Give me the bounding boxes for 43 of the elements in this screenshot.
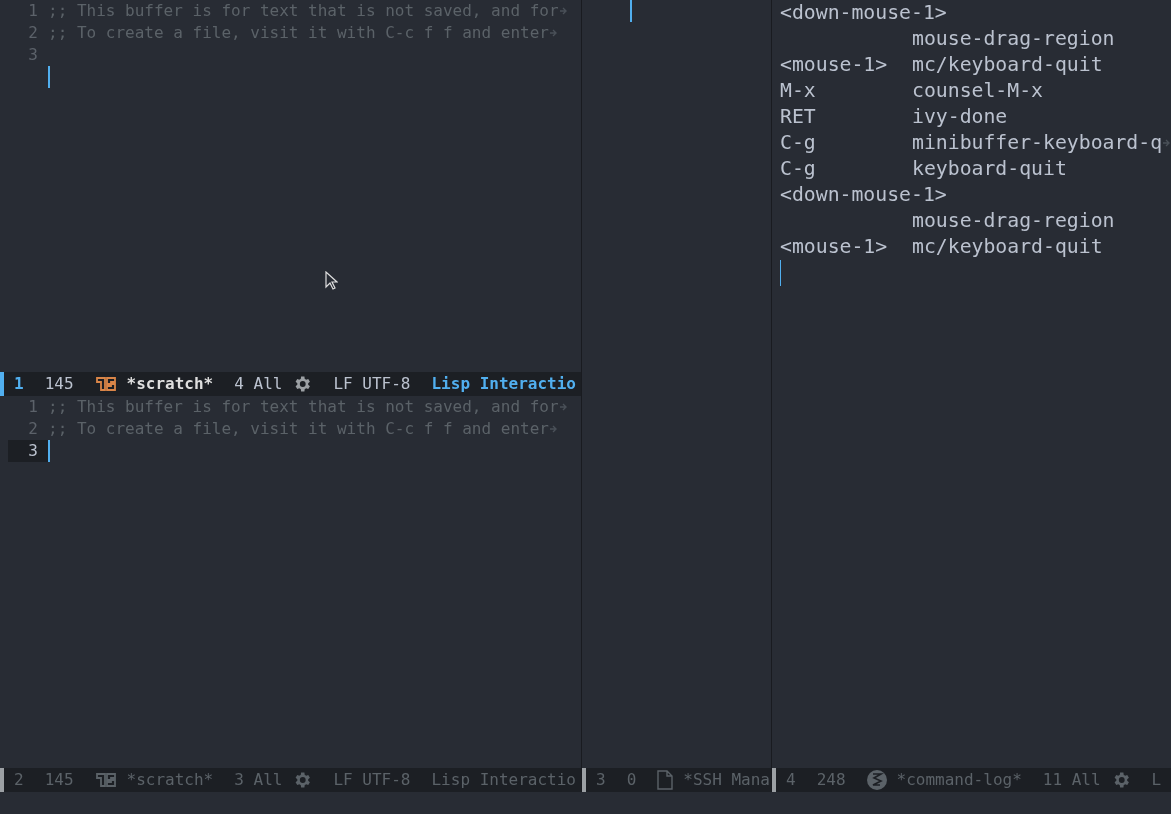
modeline-text: L: [1151, 769, 1162, 791]
text-cursor: [780, 260, 781, 286]
key-binding: <down-mouse-1>: [780, 183, 947, 206]
buffer-name: *scratch*: [126, 373, 214, 395]
major-mode: Lisp Interactio: [431, 373, 576, 395]
modeline-text: 145: [44, 769, 74, 791]
window-number: 1: [14, 373, 24, 395]
modeline-text: LF UTF-8: [333, 769, 411, 791]
window-number: 3: [596, 769, 606, 791]
command-name: mouse-drag-region: [912, 26, 1115, 52]
buffer-name: *command-log*: [896, 769, 1022, 791]
file-icon: [657, 770, 674, 790]
command-name: counsel-M-x: [912, 78, 1043, 104]
command-name: ivy-done: [912, 104, 1008, 130]
key-binding: <mouse-1>: [780, 53, 888, 76]
modeline-text: 4 All: [234, 373, 283, 395]
window-number: 4: [786, 769, 796, 791]
command-name: mc/keyboard-quit: [912, 52, 1103, 78]
lisp-mode-icon: [94, 375, 117, 393]
command-name: mouse-drag-region: [912, 208, 1115, 234]
major-mode: Lisp Interactio: [431, 769, 576, 791]
modeline-text: 0: [626, 769, 637, 791]
modeline-text: 3 All: [234, 769, 283, 791]
buffer-name: *SSH Mana: [683, 769, 770, 791]
modeline-text: 11 All: [1042, 769, 1101, 791]
modeline-text: LF UTF-8: [333, 373, 411, 395]
key-binding: RET: [780, 105, 816, 128]
window-number: 2: [14, 769, 24, 791]
key-binding: C-g: [780, 131, 816, 154]
command-name: mc/keyboard-quit: [912, 234, 1103, 260]
command-name: minibuffer-keyboard-q: [912, 130, 1163, 156]
key-binding: M-x: [780, 79, 816, 102]
modeline-text: 145: [44, 373, 74, 395]
command-name: keyboard-quit: [912, 156, 1067, 182]
current-line-gutter: 3: [8, 440, 48, 462]
buffer-name: *scratch*: [126, 769, 214, 791]
mouse-pointer-icon: [325, 271, 338, 291]
modeline-text: 248: [816, 769, 846, 791]
key-binding: C-g: [780, 157, 816, 180]
key-binding: <mouse-1>: [780, 235, 888, 258]
key-binding: <down-mouse-1>: [780, 1, 947, 24]
lisp-mode-icon: [94, 771, 117, 789]
text-cursor: [48, 440, 50, 462]
